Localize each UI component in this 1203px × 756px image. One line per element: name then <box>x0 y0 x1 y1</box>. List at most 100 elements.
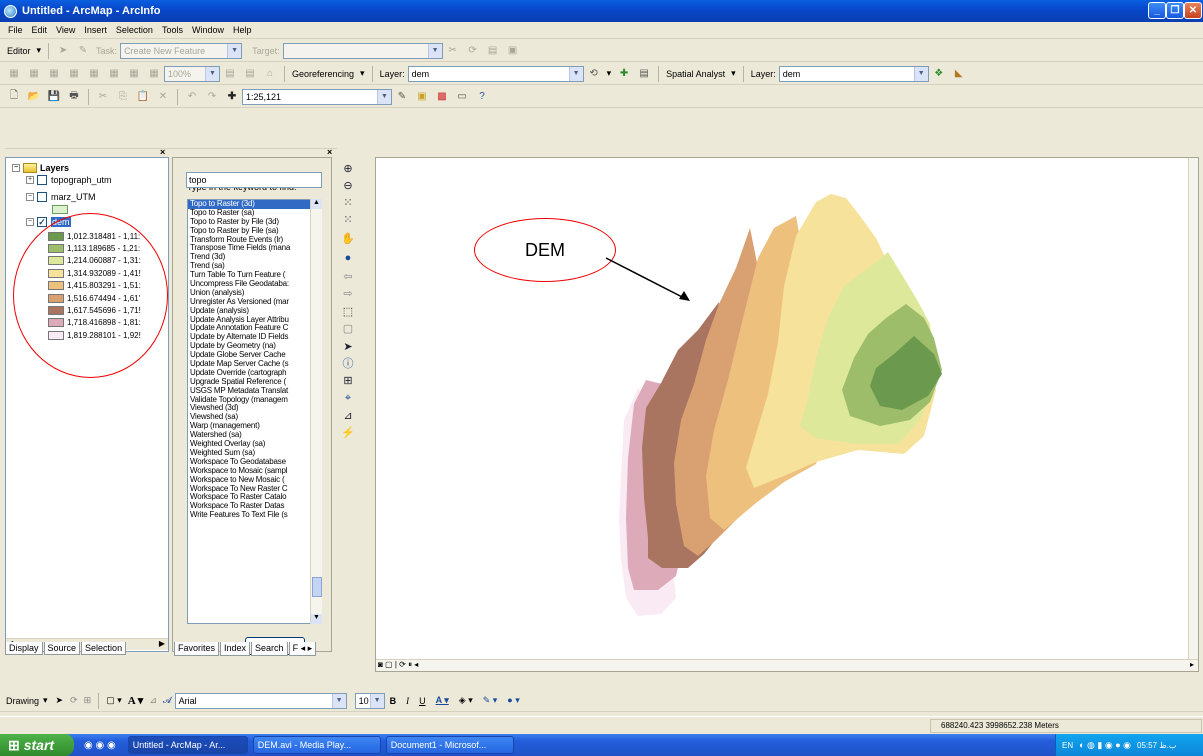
tool-index-item[interactable]: Watershed (sa) <box>188 431 321 440</box>
copy-icon[interactable]: ⎘ <box>115 89 131 105</box>
measure-icon[interactable]: ⊿ <box>341 409 355 423</box>
close-button[interactable]: ✕ <box>1184 2 1202 19</box>
tool-index-item[interactable]: Trend (3d) <box>188 253 321 262</box>
editor-menu[interactable]: Editor <box>7 46 31 56</box>
rotate-icon[interactable]: ⟲ <box>586 66 602 82</box>
tab-index[interactable]: Index <box>220 642 251 656</box>
tool-index-item[interactable]: Transpose Time Fields (mana <box>188 244 321 253</box>
task-dropdown[interactable]: Create New Feature ▼ <box>120 42 243 59</box>
menu-file[interactable]: File <box>8 25 23 35</box>
georef-layer-dropdown[interactable]: dem ▼ <box>407 65 584 82</box>
tab-selection[interactable]: Selection <box>81 642 127 655</box>
tool-index-item[interactable]: Update by Alternate ID Fields <box>188 333 321 342</box>
layer-visibility-checkbox[interactable]: ✓ <box>37 217 47 227</box>
clear-selection-icon[interactable]: ▢ <box>341 322 355 336</box>
tab-favorites[interactable]: Favorites <box>174 642 220 656</box>
font-name-dropdown[interactable]: Arial ▼ <box>174 692 347 709</box>
collapse-icon[interactable]: − <box>26 193 34 201</box>
arctoolbox-icon[interactable]: ▩ <box>434 89 450 105</box>
hyperlink-icon[interactable]: ⚡ <box>341 426 355 440</box>
edit-vertices-icon[interactable]: ⊿ <box>149 695 157 706</box>
select-features-icon[interactable]: ⬚ <box>341 305 355 319</box>
georeferencing-menu[interactable]: Georeferencing <box>292 69 354 79</box>
zoom-out-icon[interactable]: ⊖ <box>341 179 355 193</box>
tool-index-item[interactable]: Topo to Raster by File (3d) <box>188 218 321 227</box>
tool-index-item[interactable]: Weighted Sum (sa) <box>188 449 321 458</box>
save-icon[interactable]: 💾 <box>46 89 62 105</box>
language-indicator[interactable]: EN <box>1062 741 1073 750</box>
attributes-icon[interactable]: ▤ <box>485 43 501 59</box>
spatial-analyst-menu[interactable]: Spatial Analyst <box>666 69 725 79</box>
tool-index-item[interactable]: Workspace To Raster Catalo <box>188 493 321 502</box>
keyword-search-input[interactable]: topo <box>186 172 322 188</box>
tool-index-item[interactable]: Viewshed (3d) <box>188 404 321 413</box>
collapse-icon[interactable]: − <box>26 218 34 226</box>
tool-icon-5[interactable]: ▦ <box>86 66 102 82</box>
tool-icon-2[interactable]: ▦ <box>26 66 42 82</box>
tool-index-item[interactable]: Transform Route Events (lr) <box>188 236 321 245</box>
layer-visibility-checkbox[interactable] <box>37 192 47 202</box>
whats-this-icon[interactable]: ? <box>474 89 490 105</box>
tab-search[interactable]: Search <box>251 642 288 656</box>
tool-icon-6[interactable]: ▦ <box>106 66 122 82</box>
tool-index-item[interactable]: Update Map Server Cache (s <box>188 360 321 369</box>
menu-edit[interactable]: Edit <box>32 25 48 35</box>
tool-index-item[interactable]: Workspace to Mosaic (sampl <box>188 467 321 476</box>
tab-display[interactable]: Display <box>5 642 43 655</box>
index-list-scrollbar[interactable]: ▲ ▼ <box>310 199 322 624</box>
rotate-tool-icon[interactable]: ⟳ <box>465 43 481 59</box>
contour-icon[interactable]: ❖ <box>931 66 947 82</box>
map-vertical-scrollbar[interactable] <box>1188 158 1198 659</box>
tab-f[interactable]: F ◂ ▸ <box>288 642 317 656</box>
redo-icon[interactable]: ↷ <box>204 89 220 105</box>
tool-index-item[interactable]: Workspace To Geodatabase <box>188 458 321 467</box>
menu-selection[interactable]: Selection <box>116 25 153 35</box>
back-extent-icon[interactable]: ⇦ <box>341 270 355 284</box>
full-extent-globe-icon[interactable]: ● <box>341 251 355 265</box>
command-line-icon[interactable]: ▭ <box>454 89 470 105</box>
split-tool-icon[interactable]: ✂ <box>445 43 461 59</box>
editor-toolbar-icon[interactable]: ✎ <box>394 89 410 105</box>
font-icon[interactable]: 𝓐 <box>163 695 172 706</box>
line-color-button[interactable]: ✎ ▾ <box>483 695 498 706</box>
sa-layer-dropdown[interactable]: dem ▼ <box>778 65 929 82</box>
minimize-button[interactable]: _ <box>1148 2 1166 19</box>
zoom-in-icon[interactable]: ⊕ <box>341 162 355 176</box>
drawing-menu[interactable]: Drawing <box>6 696 39 706</box>
tool-index-item[interactable]: Update Annotation Feature C <box>188 324 321 333</box>
start-button[interactable]: ⊞ start <box>0 734 74 756</box>
paste-icon[interactable]: 📋 <box>135 89 151 105</box>
select-elements-icon[interactable]: ➤ <box>341 340 355 354</box>
text-tool-icon[interactable]: A ▾ <box>128 694 144 707</box>
fixed-zoom-in-icon[interactable]: ⁙ <box>341 196 355 210</box>
italic-button[interactable]: I <box>406 696 409 706</box>
tool-index-item[interactable]: Trend (sa) <box>188 262 321 271</box>
identify-icon[interactable]: ⓘ <box>341 357 355 371</box>
target-dropdown[interactable]: ▼ <box>282 42 443 59</box>
toc-layer-marz[interactable]: − marz_UTM <box>26 191 96 203</box>
print-icon[interactable]: 🖶 <box>66 89 82 105</box>
marker-color-button[interactable]: ● ▾ <box>507 695 519 706</box>
tool-index-item[interactable]: Weighted Overlay (sa) <box>188 440 321 449</box>
map-horizontal-scrollbar[interactable]: ◙ ▢ | ⟳ ⏸ ◂ ▸ <box>376 659 1198 671</box>
open-icon[interactable]: 📂 <box>26 89 42 105</box>
tool-index-item[interactable]: Topo to Raster (3d) <box>188 200 321 209</box>
pan-hand-icon[interactable]: ✋ <box>341 232 355 246</box>
edit-tool-icon[interactable]: ➤ <box>55 43 71 59</box>
arccatalog-icon[interactable]: ▣ <box>414 89 430 105</box>
tool-icon-10[interactable]: ▤ <box>242 66 258 82</box>
collapse-icon[interactable]: − <box>12 164 20 172</box>
tool-index-item[interactable]: Uncompress File Geodataba: <box>188 280 321 289</box>
tool-index-item[interactable]: Update Globe Server Cache <box>188 351 321 360</box>
select-elements-icon[interactable]: ➤ <box>56 695 64 706</box>
tool-index-item[interactable]: Write Features To Text File (s <box>188 511 321 520</box>
tool-index-item[interactable]: Unregister As Versioned (mar <box>188 298 321 307</box>
bold-button[interactable]: B <box>390 696 397 706</box>
tool-index-item[interactable]: Union (analysis) <box>188 289 321 298</box>
tool-index-item[interactable]: Topo to Raster by File (sa) <box>188 227 321 236</box>
menu-help[interactable]: Help <box>233 25 252 35</box>
menu-tools[interactable]: Tools <box>162 25 183 35</box>
task-word-document[interactable]: Document1 - Microsof... <box>385 736 514 754</box>
tool-icon-7[interactable]: ▦ <box>126 66 142 82</box>
maximize-button[interactable]: ❐ <box>1166 2 1184 19</box>
